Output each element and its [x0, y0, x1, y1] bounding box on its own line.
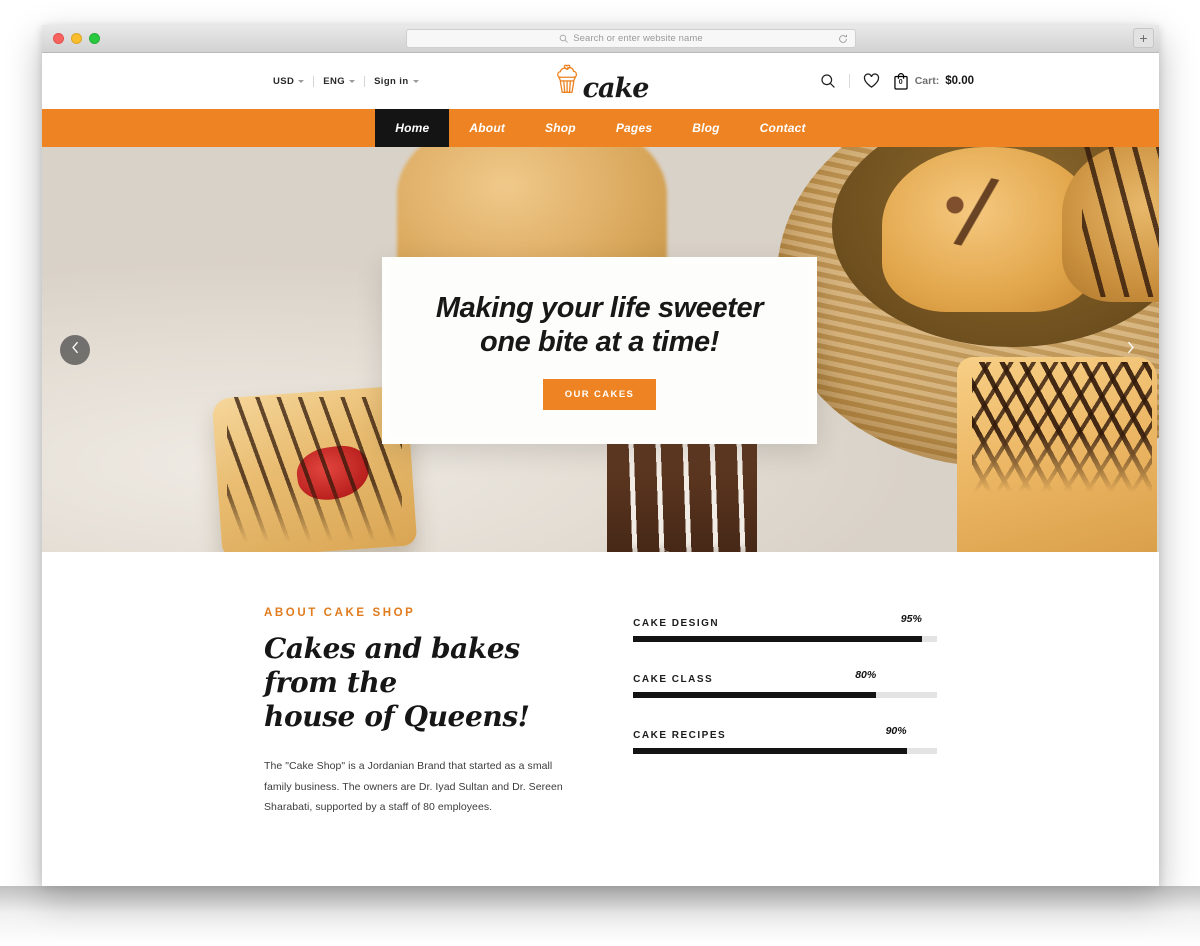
reload-icon[interactable]	[838, 34, 848, 44]
carousel-prev-button[interactable]	[60, 334, 90, 365]
skill-percentage: 90%	[885, 725, 907, 737]
nav-item-contact[interactable]: Contact	[740, 109, 826, 147]
shopping-bag-icon: 0	[893, 72, 909, 90]
skill-percentage: 95%	[900, 613, 922, 625]
page-viewport: USD ENG Sign in cake 0 Cart: $0.00 Home …	[42, 53, 1159, 886]
cart-label: Cart:	[914, 75, 940, 87]
header-utility-links: USD ENG Sign in	[264, 75, 428, 87]
nav-item-blog[interactable]: Blog	[672, 109, 739, 147]
about-text-column: ABOUT CAKE SHOP Cakes and bakes from the…	[264, 607, 563, 818]
hero-title: Making your life sweeter one bite at a t…	[435, 291, 764, 359]
chevron-left-icon	[71, 341, 80, 359]
zoom-window-button[interactable]	[89, 33, 100, 44]
window-drop-shadow	[0, 886, 1200, 946]
hero-text-card: Making your life sweeter one bite at a t…	[382, 257, 817, 444]
logo-wordmark: cake	[582, 72, 650, 104]
sign-in-label: Sign in	[374, 75, 409, 87]
skill-track	[633, 692, 937, 698]
address-bar[interactable]: Search or enter website name	[406, 29, 856, 48]
skill-item: CAKE CLASS 80%	[633, 669, 937, 698]
about-heading-line-2: house of Queens!	[264, 700, 530, 734]
chevron-down-icon	[349, 79, 356, 83]
browser-chrome: Search or enter website name +	[42, 25, 1159, 53]
heart-icon[interactable]	[863, 73, 880, 89]
language-label: ENG	[323, 75, 346, 87]
cart-amount: $0.00	[945, 75, 974, 87]
skill-percentage: 80%	[855, 669, 877, 681]
about-section: ABOUT CAKE SHOP Cakes and bakes from the…	[42, 552, 1159, 886]
header-actions: 0 Cart: $0.00	[820, 72, 974, 90]
skill-label: CAKE DESIGN	[633, 618, 720, 629]
skill-fill	[633, 692, 877, 698]
currency-label: USD	[273, 75, 295, 87]
about-heading: Cakes and bakes from the house of Queens…	[264, 632, 563, 734]
cart-count-badge: 0	[898, 79, 903, 86]
window-traffic-lights[interactable]	[42, 33, 100, 44]
nav-item-about[interactable]: About	[449, 109, 525, 147]
new-tab-button[interactable]: +	[1133, 28, 1154, 48]
about-body-text: The "Cake Shop" is a Jordanian Brand tha…	[264, 760, 563, 814]
search-icon[interactable]	[820, 73, 836, 89]
main-navigation: Home About Shop Pages Blog Contact	[42, 109, 1159, 147]
nav-item-pages[interactable]: Pages	[596, 109, 672, 147]
skill-item: CAKE DESIGN 95%	[633, 613, 937, 642]
skill-track	[633, 748, 937, 754]
sign-in-menu[interactable]: Sign in	[365, 76, 427, 87]
nav-item-home[interactable]: Home	[375, 109, 450, 147]
close-window-button[interactable]	[53, 33, 64, 44]
currency-selector[interactable]: USD	[264, 76, 313, 87]
site-header: USD ENG Sign in cake 0 Cart: $0.00	[42, 53, 1159, 109]
nav-item-shop[interactable]: Shop	[525, 109, 596, 147]
address-bar-placeholder: Search or enter website name	[573, 33, 703, 44]
cupcake-icon	[553, 63, 581, 100]
chevron-down-icon	[412, 79, 419, 83]
minimize-window-button[interactable]	[71, 33, 82, 44]
about-heading-line-1: Cakes and bakes from the	[264, 632, 520, 700]
skill-fill	[633, 748, 907, 754]
about-eyebrow: ABOUT CAKE SHOP	[264, 607, 416, 619]
our-cakes-button[interactable]: OUR CAKES	[542, 379, 657, 411]
skill-label: CAKE CLASS	[633, 674, 714, 685]
chevron-down-icon	[298, 79, 305, 83]
skill-label: CAKE RECIPES	[633, 730, 727, 741]
language-selector[interactable]: ENG	[314, 76, 364, 87]
site-logo[interactable]: cake	[553, 63, 650, 104]
carousel-next-button[interactable]	[1115, 335, 1145, 365]
divider	[848, 74, 850, 88]
hero-carousel: Making your life sweeter one bite at a t…	[42, 147, 1159, 552]
hero-title-line-1: Making your life sweeter	[435, 291, 764, 324]
skill-item: CAKE RECIPES 90%	[633, 725, 937, 754]
skill-bars: CAKE DESIGN 95% CAKE CLASS 80% CAKE RECI…	[633, 607, 937, 818]
chevron-right-icon	[1126, 341, 1135, 359]
browser-window: Search or enter website name + USD ENG S…	[42, 25, 1159, 886]
skill-fill	[633, 636, 922, 642]
search-icon	[559, 34, 568, 43]
skill-track	[633, 636, 937, 642]
cart-button[interactable]: 0 Cart: $0.00	[893, 72, 974, 90]
hero-title-line-2: one bite at a time!	[480, 326, 719, 358]
